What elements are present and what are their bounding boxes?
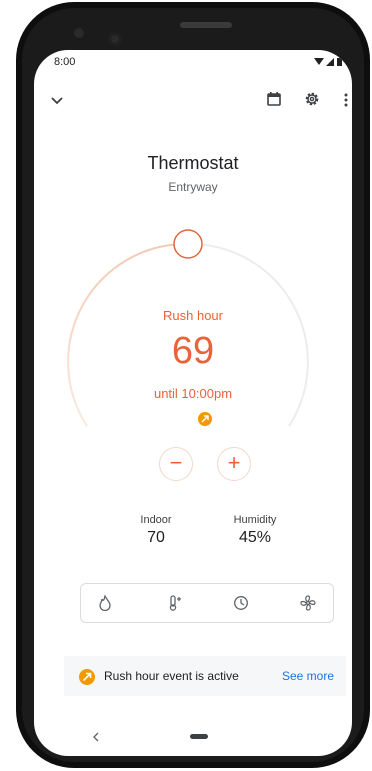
dial-handle[interactable] <box>173 229 203 259</box>
home-pill[interactable] <box>190 734 208 739</box>
heat-cool-icon[interactable] <box>167 594 185 612</box>
increase-temperature-button[interactable]: + <box>217 447 251 481</box>
earpiece-speaker <box>180 22 232 28</box>
mode-label: Rush hour <box>163 308 223 323</box>
decrease-temperature-button[interactable]: − <box>159 447 193 481</box>
indoor-value: 70 <box>147 529 165 546</box>
schedule-until: until 10:00pm <box>153 386 233 401</box>
humidity-label: Humidity <box>233 514 277 526</box>
system-nav-bar <box>34 718 352 756</box>
front-camera <box>108 32 122 46</box>
rush-hour-leaf-icon <box>198 412 212 426</box>
schedule-icon[interactable] <box>233 595 249 611</box>
rush-hour-banner: Rush hour event is active See more <box>64 656 346 696</box>
mode-selector <box>80 583 334 623</box>
see-more-link[interactable]: See more <box>282 669 334 683</box>
proximity-sensor <box>74 28 84 38</box>
rush-hour-badge-icon <box>79 669 95 685</box>
heat-icon[interactable] <box>98 595 112 611</box>
back-icon[interactable] <box>92 732 100 742</box>
fan-icon[interactable] <box>299 594 317 612</box>
temperature-dial[interactable] <box>34 50 352 490</box>
indoor-label: Indoor <box>140 514 172 526</box>
banner-text: Rush hour event is active <box>104 669 239 683</box>
humidity-value: 45% <box>238 529 272 546</box>
app-screen: 8:00 Thermostat Entryway Rush hour 69 un… <box>34 50 352 756</box>
target-temperature: 69 <box>171 330 215 372</box>
